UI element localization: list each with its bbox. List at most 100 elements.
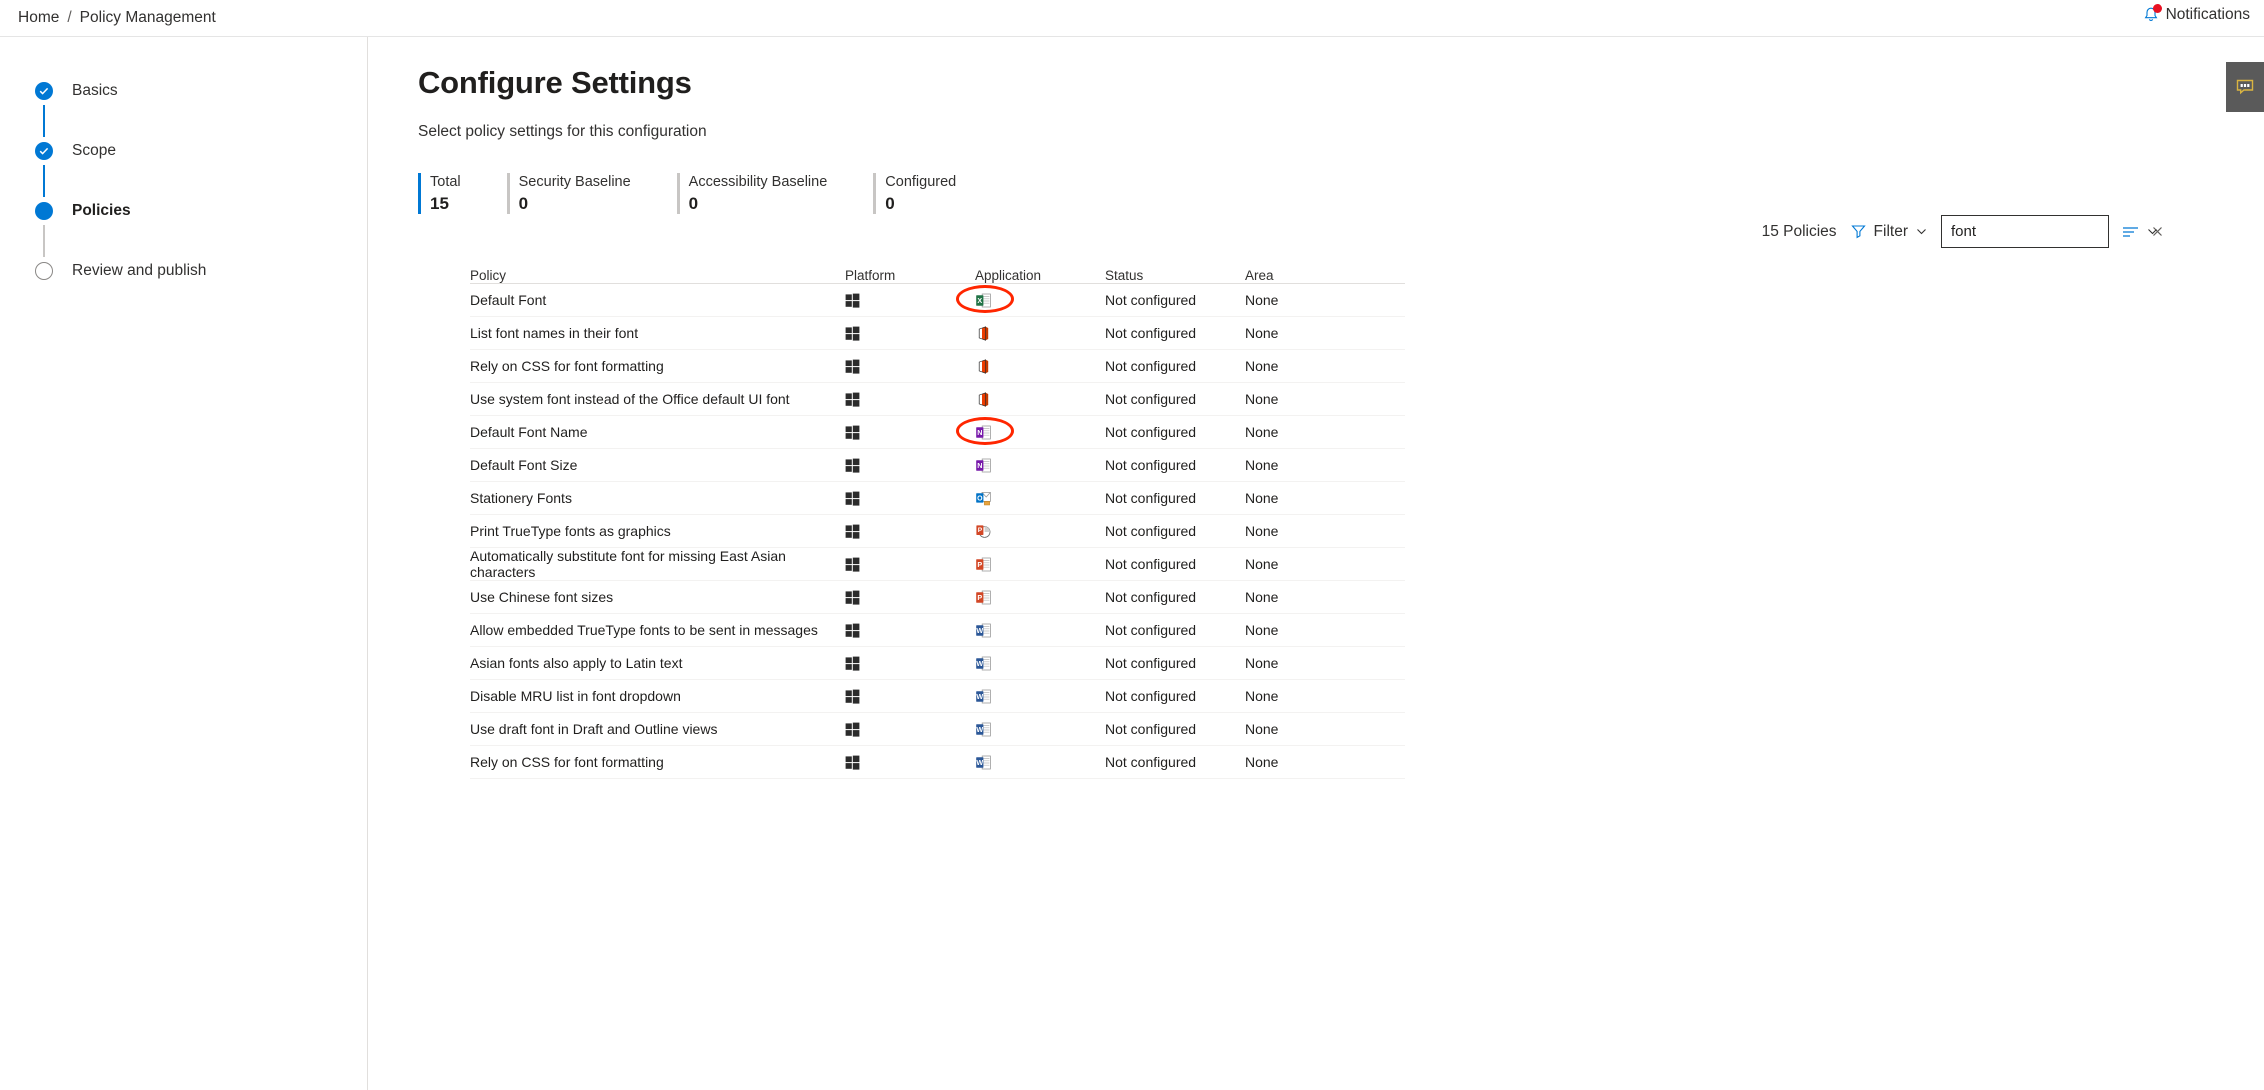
table-body: Default Font X Not configured None List font… — [470, 284, 1405, 779]
column-header-area[interactable]: Area — [1245, 268, 1355, 283]
word-icon: W — [975, 622, 992, 639]
column-header-policy[interactable]: Policy — [470, 268, 845, 283]
chevron-down-icon — [2146, 225, 2159, 238]
search-box[interactable] — [1941, 215, 2162, 248]
office-icon — [975, 358, 992, 375]
cell-status: Not configured — [1105, 556, 1197, 572]
cell-platform — [845, 590, 975, 605]
breadcrumb-home[interactable]: Home — [18, 9, 59, 27]
feedback-button[interactable] — [2226, 62, 2264, 112]
table-row[interactable]: Default Font X Not configured None — [470, 284, 1405, 317]
cell-status: Not configured — [1105, 391, 1197, 407]
cell-policy-name: Rely on CSS for font formatting — [470, 754, 664, 770]
table-row[interactable]: Disable MRU list in font dropdown W Not co… — [470, 680, 1405, 713]
svg-text:P: P — [978, 527, 983, 534]
cell-status: Not configured — [1105, 358, 1197, 374]
powerpoint-icon: P — [975, 589, 992, 606]
column-header-status[interactable]: Status — [1105, 268, 1245, 283]
windows-icon — [845, 524, 860, 539]
cell-policy-name: Default Font — [470, 292, 547, 308]
cell-platform — [845, 524, 975, 539]
stat-total: Total 15 — [418, 173, 461, 214]
cell-status: Not configured — [1105, 589, 1197, 605]
wizard-step-scope[interactable]: Scope — [0, 137, 367, 165]
column-header-application[interactable]: Application — [975, 268, 1105, 283]
cell-platform — [845, 293, 975, 308]
filter-button[interactable]: Filter — [1850, 223, 1928, 241]
table-row[interactable]: Allow embedded TrueType fonts to be sent… — [470, 614, 1405, 647]
svg-text:O: O — [977, 495, 983, 502]
breadcrumb-policy-management[interactable]: Policy Management — [80, 9, 216, 27]
page-title: Configure Settings — [418, 65, 692, 100]
stat-accessibility-baseline: Accessibility Baseline 0 — [676, 173, 828, 214]
table-row[interactable]: Rely on CSS for font formatting Not confi… — [470, 350, 1405, 383]
cell-application: W — [975, 754, 1105, 771]
notifications-label: Notifications — [2165, 6, 2250, 23]
wizard-step-review-and-publish[interactable]: Review and publish — [0, 257, 367, 285]
chevron-down-icon — [1915, 225, 1928, 238]
wizard-step-label: Scope — [72, 142, 116, 159]
sort-button[interactable] — [2122, 225, 2159, 239]
word-icon: W — [975, 721, 992, 738]
windows-icon — [845, 557, 860, 572]
cell-application: N — [975, 457, 1105, 474]
cell-policy-name: Print TrueType fonts as graphics — [470, 523, 671, 539]
cell-application: P — [975, 556, 1105, 573]
table-row[interactable]: Use draft font in Draft and Outline view… — [470, 713, 1405, 746]
table-row[interactable]: Rely on CSS for font formatting W Not conf… — [470, 746, 1405, 779]
step-pending-icon — [35, 262, 53, 280]
cell-policy-name: Use system font instead of the Office de… — [470, 391, 790, 407]
wizard-connector — [43, 225, 45, 257]
search-input[interactable] — [1951, 223, 2150, 240]
table-row[interactable]: Use Chinese font sizes P Not configured Non… — [470, 581, 1405, 614]
cell-status: Not configured — [1105, 457, 1197, 473]
sort-lines-icon — [2122, 225, 2140, 239]
table-header-row: Policy Platform Application Status Area — [470, 258, 1405, 284]
table-row[interactable]: List font names in their font Not configu… — [470, 317, 1405, 350]
windows-icon — [845, 656, 860, 671]
table-row[interactable]: Default Font Size N Not configured None — [470, 449, 1405, 482]
svg-text:N: N — [977, 461, 982, 470]
table-row[interactable]: Stationery Fonts O Not configured None — [470, 482, 1405, 515]
table-row[interactable]: Print TrueType fonts as graphics P Not con… — [470, 515, 1405, 548]
filter-label: Filter — [1873, 222, 1908, 240]
windows-icon — [845, 623, 860, 638]
table-row[interactable]: Use system font instead of the Office de… — [470, 383, 1405, 416]
cell-platform — [845, 557, 975, 572]
windows-icon — [845, 458, 860, 473]
stats-summary: Total 15 Security Baseline 0 Accessibility B… — [418, 173, 2264, 214]
feedback-chat-icon — [2235, 78, 2255, 96]
wizard-step-policies[interactable]: Policies — [0, 197, 367, 225]
cell-area: None — [1245, 523, 1279, 539]
breadcrumb: Home / Policy Management — [0, 9, 216, 27]
table-row[interactable]: Asian fonts also apply to Latin text W Not… — [470, 647, 1405, 680]
cell-application: W — [975, 721, 1105, 738]
powerpoint-round-icon: P — [975, 523, 992, 540]
cell-application — [975, 358, 1105, 375]
wizard-connector — [43, 105, 45, 137]
table-row[interactable]: Default Font Name N Not configured None — [470, 416, 1405, 449]
column-header-platform[interactable]: Platform — [845, 268, 975, 283]
wizard-step-label: Review and publish — [72, 262, 207, 279]
cell-status: Not configured — [1105, 754, 1197, 770]
table-row[interactable]: Automatically substitute font for missin… — [470, 548, 1405, 581]
svg-text:P: P — [977, 593, 982, 602]
cell-platform — [845, 425, 975, 440]
policy-count-label: 15 Policies — [1761, 222, 1837, 240]
svg-text:W: W — [976, 725, 983, 734]
cell-status: Not configured — [1105, 292, 1197, 308]
stat-label: Accessibility Baseline — [688, 174, 828, 190]
cell-area: None — [1245, 556, 1279, 572]
cell-status: Not configured — [1105, 688, 1197, 704]
cell-policy-name: Default Font Name — [470, 424, 588, 440]
stat-value: 0 — [688, 194, 699, 213]
stat-value: 15 — [430, 194, 449, 213]
cell-policy-name: List font names in their font — [470, 325, 639, 341]
cell-policy-name: Automatically substitute font for missin… — [470, 548, 786, 580]
svg-text:W: W — [976, 692, 983, 701]
notifications-button[interactable]: Notifications — [2141, 4, 2250, 25]
wizard-step-basics[interactable]: Basics — [0, 77, 367, 105]
windows-icon — [845, 491, 860, 506]
cell-area: None — [1245, 424, 1279, 440]
stat-label: Total — [430, 174, 461, 190]
